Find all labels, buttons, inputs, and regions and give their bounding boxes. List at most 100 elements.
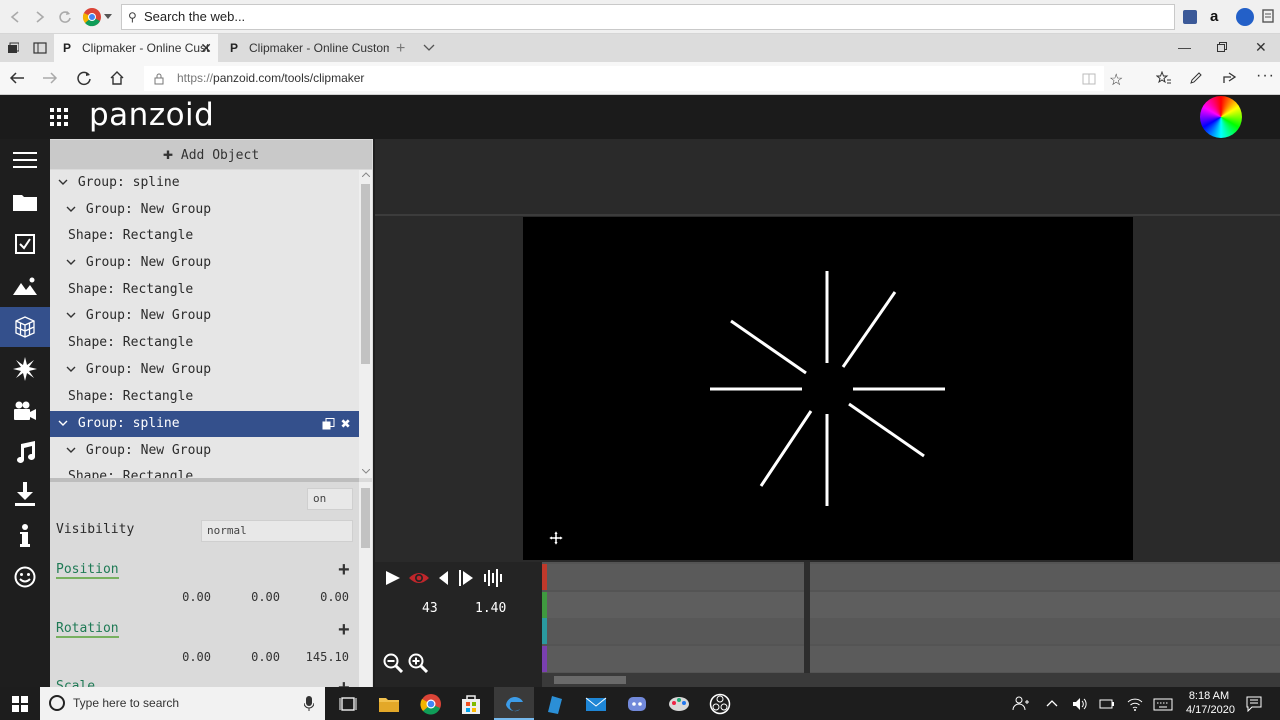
taskbar-search[interactable]: Type here to search	[40, 687, 325, 720]
rotation-z[interactable]: 145.10	[299, 650, 349, 664]
obs-icon[interactable]	[709, 693, 731, 715]
tree-row[interactable]: Group: New Group	[50, 197, 359, 223]
windows-start-icon[interactable]	[12, 696, 28, 712]
amazon-icon[interactable]: a	[1210, 8, 1218, 25]
tab-list-chevron-icon[interactable]	[423, 44, 435, 52]
eye-icon[interactable]	[408, 570, 430, 586]
position-label[interactable]: Position	[56, 562, 119, 579]
rotation-y[interactable]: 0.00	[230, 650, 280, 664]
scale-label[interactable]: Scale	[56, 679, 95, 687]
nav-forward-icon[interactable]	[42, 71, 58, 85]
timeline-track-area[interactable]	[542, 562, 1280, 673]
timeline-lane[interactable]	[542, 592, 1280, 618]
chevron-down-icon[interactable]	[66, 303, 78, 329]
particles-burst-icon[interactable]	[0, 349, 50, 389]
refresh-icon[interactable]	[58, 10, 72, 24]
properties-scroll-thumb[interactable]	[361, 488, 370, 548]
play-icon[interactable]	[385, 570, 401, 586]
store-icon[interactable]	[460, 693, 482, 715]
tab-actions-icon[interactable]	[7, 42, 19, 54]
more-icon[interactable]: ···	[1256, 67, 1275, 85]
position-z[interactable]: 0.00	[299, 590, 349, 604]
notes-pen-icon[interactable]	[1189, 71, 1203, 85]
tree-row[interactable]: Shape: Rectangle	[50, 384, 359, 410]
battery-icon[interactable]	[1099, 697, 1115, 711]
download-icon[interactable]	[0, 474, 50, 514]
timeline-lane[interactable]	[542, 564, 1280, 590]
tree-row[interactable]: Group: New Group	[50, 438, 359, 464]
task-view-icon[interactable]	[338, 693, 360, 715]
favorites-hub-icon[interactable]	[1156, 71, 1172, 85]
audio-waveform-icon[interactable]	[484, 569, 504, 587]
tree-row[interactable]: Group: New Group	[50, 357, 359, 383]
chevron-down-icon[interactable]	[104, 14, 112, 20]
folder-icon[interactable]	[0, 182, 50, 222]
panzoid-logo[interactable]: panzoid	[89, 97, 214, 133]
wifi-icon[interactable]	[1127, 697, 1143, 711]
scroll-up-icon[interactable]	[362, 172, 370, 177]
extension-stack-icon[interactable]	[1261, 8, 1275, 24]
tree-row[interactable]: Group: spline	[50, 170, 359, 196]
microphone-icon[interactable]	[304, 696, 314, 711]
tree-row[interactable]: Group: New Group	[50, 250, 359, 276]
tab-clipmaker[interactable]: P Clipmaker - Online Custom	[221, 34, 389, 62]
people-icon[interactable]	[1012, 695, 1030, 711]
color-wheel-icon[interactable]	[1200, 96, 1242, 138]
scroll-down-icon[interactable]	[362, 469, 370, 474]
rotation-label[interactable]: Rotation	[56, 621, 119, 638]
chevron-down-icon[interactable]	[66, 250, 78, 276]
tree-row[interactable]: Shape: Rectangle	[50, 223, 359, 249]
app-blue-icon[interactable]	[544, 693, 566, 715]
add-rotation-keyframe-icon[interactable]: +	[338, 620, 350, 640]
smiley-icon[interactable]	[0, 557, 50, 597]
new-tab-icon[interactable]: +	[396, 40, 405, 58]
tree-scroll-thumb[interactable]	[361, 184, 370, 364]
show-hidden-icons-icon[interactable]	[1046, 699, 1058, 707]
share-icon[interactable]	[1222, 71, 1238, 85]
clock[interactable]: 8:18 AM 4/17/2020	[1186, 689, 1235, 717]
checkbox-icon[interactable]	[0, 224, 50, 264]
chrome-taskbar-icon[interactable]	[420, 693, 442, 715]
back-icon[interactable]	[8, 10, 22, 24]
url-field[interactable]: https://panzoid.com/tools/clipmaker	[144, 66, 1104, 91]
duplicate-icon[interactable]	[322, 418, 335, 430]
close-window-icon[interactable]: ✕	[1255, 39, 1267, 56]
tree-row[interactable]: Shape: Rectangle	[50, 464, 359, 478]
favorite-star-icon[interactable]: ☆	[1109, 70, 1123, 90]
chevron-down-icon[interactable]	[58, 411, 70, 437]
timeline-lane[interactable]	[542, 646, 1280, 672]
camera-icon[interactable]	[0, 391, 50, 431]
previous-frame-icon[interactable]	[437, 570, 449, 586]
menu-icon[interactable]	[0, 140, 50, 180]
facebook-icon[interactable]	[1183, 10, 1197, 24]
timeline-lane[interactable]	[542, 618, 1280, 644]
notifications-icon[interactable]	[1246, 696, 1262, 712]
position-x[interactable]: 0.00	[161, 590, 211, 604]
chevron-down-icon[interactable]	[58, 170, 70, 196]
tree-row[interactable]: Shape: Rectangle	[50, 277, 359, 303]
minimize-icon[interactable]: —	[1178, 40, 1191, 55]
chevron-down-icon[interactable]	[66, 438, 78, 464]
tree-row[interactable]: Shape: Rectangle	[50, 330, 359, 356]
chevron-down-icon[interactable]	[66, 197, 78, 223]
image-mountain-icon[interactable]	[0, 266, 50, 306]
info-icon[interactable]	[0, 516, 50, 556]
position-y[interactable]: 0.00	[230, 590, 280, 604]
timeline-scroll-thumb[interactable]	[554, 676, 626, 684]
keyboard-icon[interactable]	[1153, 697, 1173, 711]
nav-refresh-icon[interactable]	[76, 70, 92, 86]
reading-view-icon[interactable]	[1082, 72, 1096, 86]
edge-icon[interactable]	[503, 693, 525, 715]
tab-clipmaker-active[interactable]: P Clipmaker - Online Cust ✕	[54, 34, 218, 62]
3d-object-icon[interactable]	[0, 307, 50, 347]
chrome-icon[interactable]	[82, 7, 102, 27]
delete-icon[interactable]: ✖	[341, 411, 351, 437]
file-explorer-icon[interactable]	[378, 693, 400, 715]
playhead[interactable]	[804, 562, 810, 673]
web-search-input[interactable]: ⚲ Search the web...	[121, 4, 1175, 30]
restore-icon[interactable]	[1217, 42, 1227, 52]
extension-icon[interactable]	[1236, 8, 1254, 26]
visibility-select[interactable]: normal	[201, 520, 353, 542]
timeline-scrollbar[interactable]	[542, 673, 1280, 687]
nav-back-icon[interactable]	[9, 71, 25, 85]
